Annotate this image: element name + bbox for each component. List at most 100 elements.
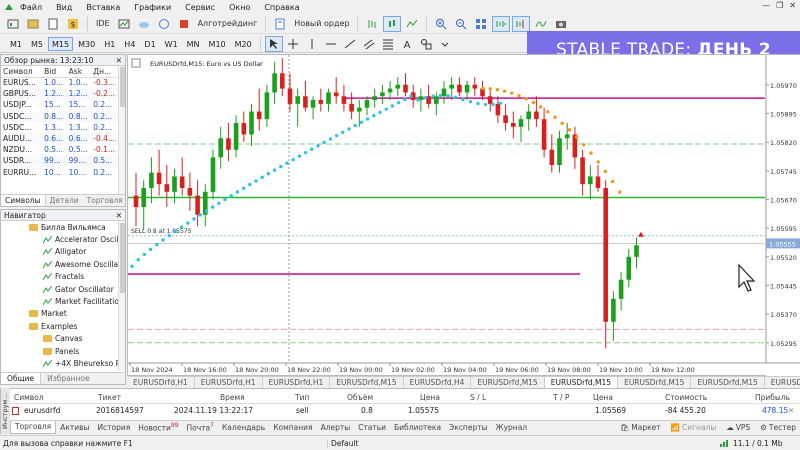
chart-shift-button[interactable] [512, 15, 531, 32]
toolbox-tab[interactable]: Активы [56, 423, 93, 432]
timeframe-m20[interactable]: M20 [231, 37, 256, 51]
menu-insert[interactable]: Вставка [86, 3, 120, 12]
text-tool[interactable]: A [398, 36, 416, 52]
tab-symbols[interactable]: Символы [1, 195, 46, 206]
shapes-tool[interactable] [417, 36, 435, 52]
bar-chart-button[interactable] [363, 16, 381, 32]
tab-trading[interactable]: Торговля [83, 195, 127, 206]
navigator-item[interactable]: Билла Вильямса [1, 221, 125, 233]
candle-chart-button[interactable] [383, 15, 402, 32]
menu-service[interactable]: Сервис [185, 3, 215, 12]
navigator-item[interactable]: Market Facilitation [1, 295, 125, 307]
new-chart-button[interactable] [4, 16, 22, 32]
chart-tab[interactable]: EURUSDrfd,M15 [618, 377, 692, 388]
menu-view[interactable]: Вид [56, 3, 72, 12]
market-button[interactable]: 🛍 Маркет [620, 423, 661, 432]
toolbox-tab[interactable]: Журнал [492, 423, 532, 432]
navigator-item[interactable]: Panels [1, 345, 125, 357]
chart-menu-icon[interactable] [131, 58, 141, 68]
fibo-tool[interactable] [379, 36, 397, 52]
market-watch-scrollbar[interactable] [118, 66, 125, 194]
market-watch-row[interactable]: EURRU... 10... 10... 0.2... [1, 167, 119, 178]
toolbox-tab[interactable]: Библиотека [390, 423, 445, 432]
tab-details[interactable]: Детали [46, 195, 83, 206]
tester-button[interactable]: ⚙ Тестер [760, 423, 796, 432]
timeframe-h4[interactable]: H4 [120, 37, 139, 51]
trade-col-sl[interactable]: S / L [470, 393, 486, 402]
navigator-item[interactable]: Awesome Oscillat [1, 258, 125, 270]
profiles-button[interactable] [24, 16, 42, 32]
navigator-item[interactable]: Examples [1, 320, 125, 332]
navigator-item[interactable]: Accelerator Oscill [1, 233, 125, 245]
toolbox-tab[interactable]: Торговля [10, 421, 57, 434]
trade-col-symbol[interactable]: Символ [14, 393, 44, 402]
tab-favorites[interactable]: Избранное [41, 373, 96, 384]
toolbox-tab[interactable]: Почта7 [183, 422, 218, 433]
trade-col-time[interactable]: Время [220, 393, 245, 402]
trendline-tool[interactable] [341, 36, 359, 52]
market-watch-row[interactable]: USDC... 0.8... 0.8... 0.2... [1, 110, 119, 122]
timeframe-m30[interactable]: M30 [74, 37, 99, 51]
minimize-icon[interactable]: — [762, 1, 770, 10]
history-center-button[interactable] [115, 16, 133, 32]
market-watch-button[interactable]: $ [64, 16, 82, 32]
timeframe-mn[interactable]: MN [183, 37, 204, 51]
chart-tab[interactable]: EURUSDrfd,H1 [263, 377, 331, 388]
navigator-item[interactable]: +4X Bheurekso P. [1, 357, 125, 369]
new-order-icon-button[interactable] [271, 16, 289, 32]
stop-algo-button[interactable] [175, 16, 193, 32]
trade-col-ticket[interactable]: Тикет [98, 393, 121, 402]
navigator-item[interactable]: Fractals [1, 271, 125, 283]
tile-windows-button[interactable] [472, 16, 490, 32]
chart-tab[interactable]: EURUSDrfd,M15 [544, 377, 619, 388]
navigator-item[interactable]: Gator Oscillator [1, 283, 125, 295]
chart-tab[interactable]: EURUSDrfd,M15 [330, 377, 404, 388]
timeframe-m15[interactable]: M15 [48, 36, 74, 51]
market-watch-row[interactable]: USDR... 99... 99... 0.5... [1, 155, 119, 167]
signals-button[interactable] [135, 16, 153, 32]
trade-row[interactable]: eurusdrfd 2016814597 2024.11.19 13:22:17… [10, 405, 800, 417]
zoom-out-button[interactable] [452, 16, 470, 32]
chart-tab[interactable]: EURUSDrfd,M15 [691, 377, 765, 388]
signals-button[interactable]: 📶 Сигналы [671, 423, 717, 432]
timeframe-w1[interactable]: W1 [161, 37, 182, 51]
close-icon[interactable]: ✕ [789, 1, 796, 10]
market-watch-row[interactable]: AUDU... 0.6... 0.6... -0.4... [1, 132, 119, 145]
market-watch-row[interactable]: EURUS... 1.0... 1.0... -0.3... [1, 77, 119, 88]
menu-file[interactable]: Файл [20, 3, 42, 12]
col-ask[interactable]: Ask [66, 66, 92, 78]
chart-tab[interactable]: EURUSDrfd,H1 [195, 377, 263, 388]
col-symbol[interactable]: Символ [1, 66, 43, 78]
trade-col-profit[interactable]: Прибыль [755, 393, 790, 402]
new-order-button[interactable]: Новый ордер [291, 16, 352, 32]
vps-button[interactable] [155, 16, 173, 32]
timeframe-m10[interactable]: M10 [205, 37, 230, 51]
trade-col-type[interactable]: Тип [295, 393, 309, 402]
zoom-in-button[interactable] [432, 16, 450, 32]
market-watch-row[interactable]: NZDU... 0.5... 0.5... -0.1... [1, 144, 119, 155]
chart-tab[interactable]: EURUSDrfd,M15 [471, 377, 545, 388]
toolbox-tab[interactable]: Новости99 [134, 422, 182, 433]
toolbox-tab[interactable]: Статьи [354, 423, 390, 432]
navigator-item[interactable]: Canvas [1, 333, 125, 345]
menu-help[interactable]: Справка [264, 3, 299, 12]
toolbox-label[interactable]: Инструм... [0, 388, 10, 434]
chart-tab[interactable]: EURUSDrfd,H4 [404, 377, 472, 388]
toolbox-tab[interactable]: Алерты [317, 423, 355, 432]
toolbox-tab[interactable]: История [93, 423, 134, 432]
trade-col-cost[interactable]: Стоимость [665, 393, 707, 402]
autoscroll-button[interactable] [492, 15, 511, 32]
col-bid[interactable]: Bid [42, 66, 67, 78]
trade-col-tp[interactable]: T / P [553, 393, 569, 402]
market-watch-row[interactable]: USDC... 1.3... 1.3... 0.2... [1, 122, 119, 133]
menu-charts[interactable]: Графики [134, 3, 171, 12]
trade-col-price2[interactable]: Цена [593, 393, 613, 402]
close-position-icon[interactable]: ✕ [788, 406, 794, 415]
toolbox-tab[interactable]: Компания [269, 423, 316, 432]
toolbox-tab[interactable]: Эксперты [445, 423, 491, 432]
price-chart[interactable]: 1.05970 1.05895 1.05820 1.05745 1.05670 1.055… [128, 55, 800, 377]
navigator-item[interactable]: Market [1, 308, 125, 320]
chart-tab[interactable]: EURUSDrfd,M15 [765, 377, 800, 388]
trade-col-volume[interactable]: Объём [347, 393, 373, 402]
toolbox-tab[interactable]: Календарь [218, 423, 269, 432]
